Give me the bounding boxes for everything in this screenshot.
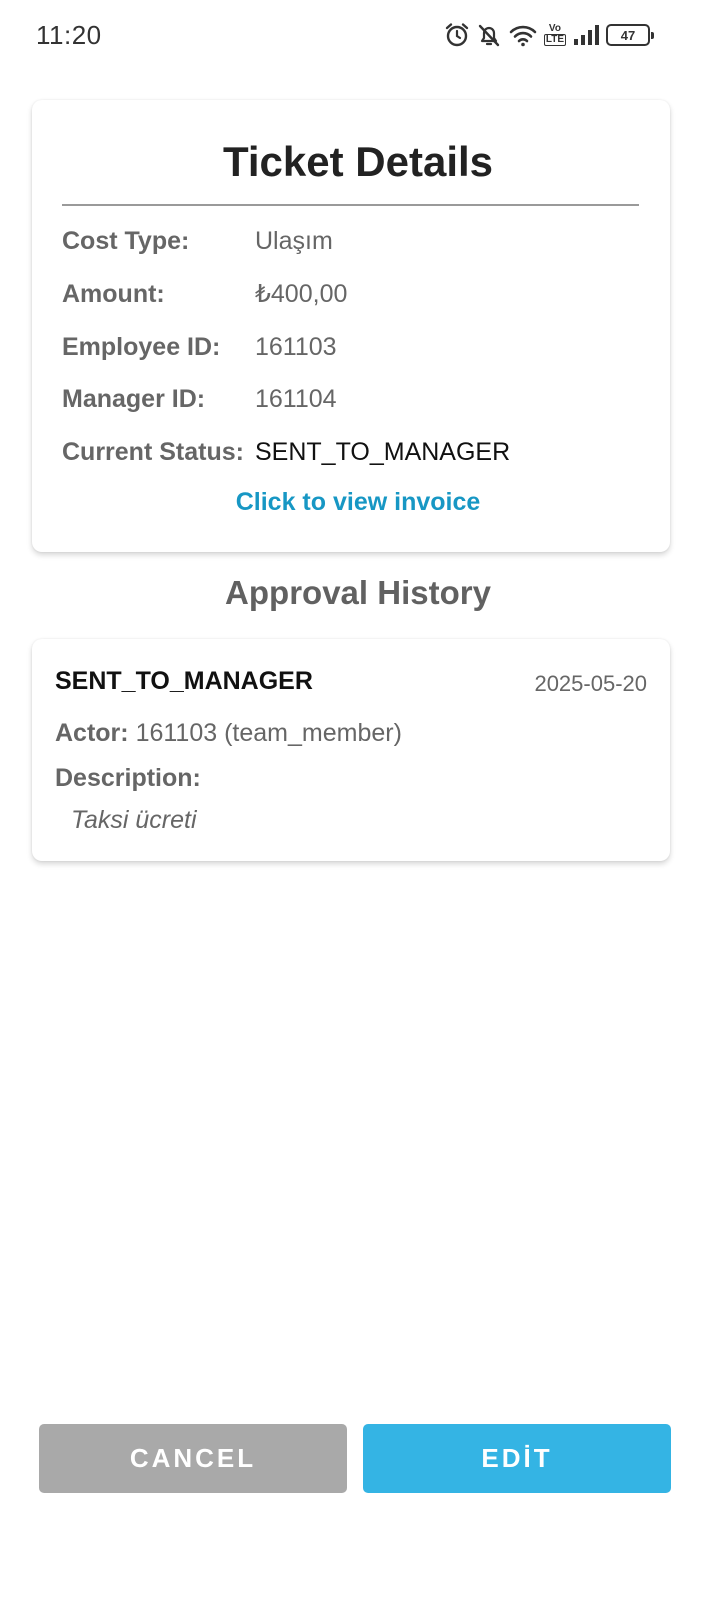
manager-id-label: Manager ID:	[62, 384, 206, 413]
amount-value: ₺400,00	[255, 280, 348, 308]
actor-value: 161103 (team_member)	[135, 719, 402, 747]
battery-level: 47	[620, 27, 636, 43]
detail-row-amount: Amount: ₺400,00	[62, 277, 347, 311]
employee-id-label: Employee ID:	[62, 332, 221, 361]
volte-lte-label: LTE	[543, 34, 566, 46]
alarm-icon	[444, 22, 470, 48]
description-label: Description:	[55, 764, 201, 792]
battery-icon: 47	[606, 24, 654, 46]
status-bar: 11:20 Vo LTE 47	[0, 0, 716, 70]
wifi-icon	[508, 22, 538, 48]
detail-row-employee-id: Employee ID: 161103	[62, 330, 337, 364]
volte-top-label: Vo	[548, 23, 561, 34]
view-invoice-link[interactable]: Click to view invoice	[0, 488, 716, 517]
page-title: Ticket Details	[222, 138, 494, 185]
status-time: 11:20	[36, 20, 102, 50]
current-status-label: Current Status:	[62, 437, 244, 466]
detail-row-manager-id: Manager ID: 161104	[62, 382, 337, 416]
history-entry-status: SENT_TO_MANAGER	[55, 667, 313, 695]
cost-type-label: Cost Type:	[62, 226, 190, 255]
cancel-button[interactable]: CANCEL	[39, 1424, 347, 1493]
employee-id-value: 161103	[255, 332, 337, 361]
title-divider	[62, 204, 639, 206]
detail-row-cost-type: Cost Type: Ulaşım	[62, 224, 333, 258]
detail-row-current-status: Current Status: SENT_TO_MANAGER	[62, 435, 510, 469]
edit-button[interactable]: EDİT	[363, 1424, 671, 1493]
actor-label: Actor:	[55, 719, 129, 747]
cost-type-value: Ulaşım	[255, 226, 333, 255]
current-status-value: SENT_TO_MANAGER	[255, 437, 511, 466]
status-icons: Vo LTE 47	[444, 20, 654, 50]
volte-icon: Vo LTE	[543, 23, 566, 46]
history-entry-date: 2025-05-20	[534, 671, 647, 696]
approval-history-title: Approval History	[225, 574, 491, 611]
signal-icon	[572, 23, 600, 47]
amount-label: Amount:	[62, 279, 165, 308]
manager-id-value: 161104	[255, 384, 337, 413]
notifications-off-icon	[476, 22, 502, 48]
history-entry-actor: Actor: 161103 (team_member)	[55, 719, 402, 748]
description-value: Taksi ücreti	[71, 806, 197, 834]
